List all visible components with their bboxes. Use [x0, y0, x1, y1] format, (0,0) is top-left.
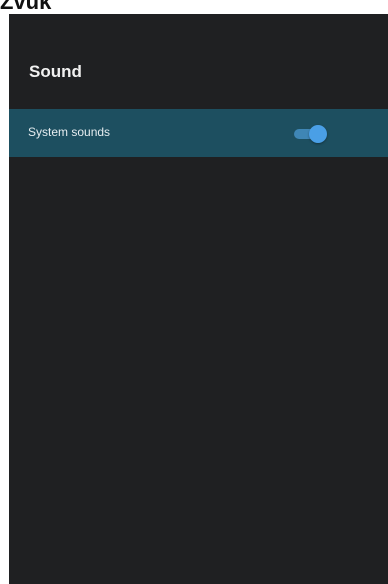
panel-title: Sound — [29, 62, 82, 81]
sound-settings-panel: Sound System sounds — [9, 14, 388, 584]
screenshot-page: Zvuk Sound System sounds — [0, 0, 388, 584]
top-caption: Zvuk — [0, 0, 52, 14]
system-sounds-toggle[interactable] — [292, 125, 330, 143]
system-sounds-row[interactable]: System sounds — [9, 109, 388, 157]
toggle-thumb — [309, 125, 327, 143]
system-sounds-label: System sounds — [28, 125, 111, 139]
